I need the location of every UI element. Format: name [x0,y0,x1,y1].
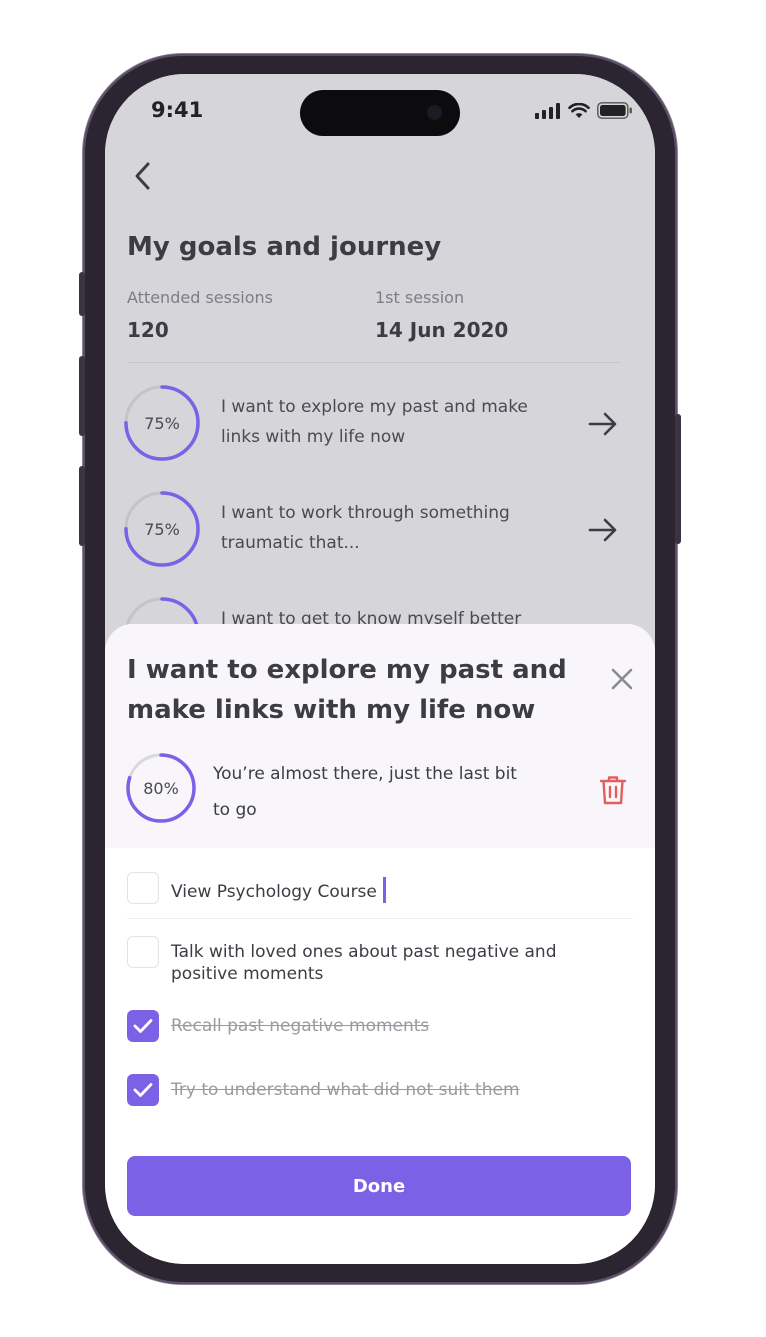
signal-icon [535,102,560,119]
close-button[interactable] [605,662,639,696]
goals-page [105,74,655,674]
progress-message: You’re almost there, just the last bit t… [213,764,517,820]
page-title: My goals and journey [127,232,442,262]
text-cursor [382,877,386,903]
done-button[interactable]: Done [127,1156,631,1216]
attended-sessions-label: Attended sessions [127,288,273,307]
task-checkbox-checked[interactable] [127,1010,159,1042]
goal-item[interactable]: 75% I want to work through something tra… [105,490,655,570]
task-label-text: View Psychology Course [171,882,377,902]
status-time: 9:41 [151,98,204,122]
check-icon [133,1019,153,1033]
open-goal-button[interactable] [587,514,619,546]
goal-text: I want to explore my past and make links… [221,397,528,447]
close-icon [611,668,633,690]
wifi-icon [568,102,590,118]
task-label[interactable]: View Psychology Course [171,877,601,903]
battery-icon [597,102,632,119]
task-checkbox[interactable] [127,936,159,968]
progress-percent: 80% [143,778,179,798]
goal-text: I want to work through something traumat… [221,503,510,553]
task-label: Try to understand what did not suit them [171,1080,520,1100]
delete-goal-button[interactable] [595,772,631,808]
back-arrow-icon [135,162,150,190]
task-checkbox-checked[interactable] [127,1074,159,1106]
progress-ring: 75% [123,384,201,462]
first-session-value: 14 Jun 2020 [375,318,509,342]
camera-lens [427,105,442,120]
phone-power-button [675,414,681,544]
task-divider [127,918,633,919]
task-label: Recall past negative moments [171,1016,430,1036]
check-icon [133,1083,153,1097]
arrow-right-icon [588,518,617,542]
status-icons [535,102,633,119]
sheet-title: I want to explore my past and make links… [127,655,567,725]
phone-volume-down [79,466,85,546]
back-button[interactable] [127,158,159,194]
attended-sessions-value: 120 [127,318,169,342]
goal-item[interactable]: 75% I want to explore my past and make l… [105,384,655,464]
dynamic-island [300,90,460,136]
first-session-label: 1st session [375,288,465,307]
phone-volume-up [79,356,85,436]
trash-icon [599,776,627,805]
phone-mute-switch [79,272,85,316]
phone-screen: 9:41 My goals and journey Attended sessi… [105,74,655,1264]
task-checkbox[interactable] [127,872,159,904]
progress-ring: 80% [125,752,197,824]
arrow-right-icon [588,412,617,436]
task-label: Talk with loved ones about past negative… [171,942,557,984]
goal-detail-sheet: I want to explore my past and make links… [105,624,655,1264]
divider [127,362,621,363]
open-goal-button[interactable] [587,408,619,440]
progress-percent: 75% [144,413,180,433]
progress-ring: 75% [123,490,201,568]
progress-percent: 75% [144,519,180,539]
